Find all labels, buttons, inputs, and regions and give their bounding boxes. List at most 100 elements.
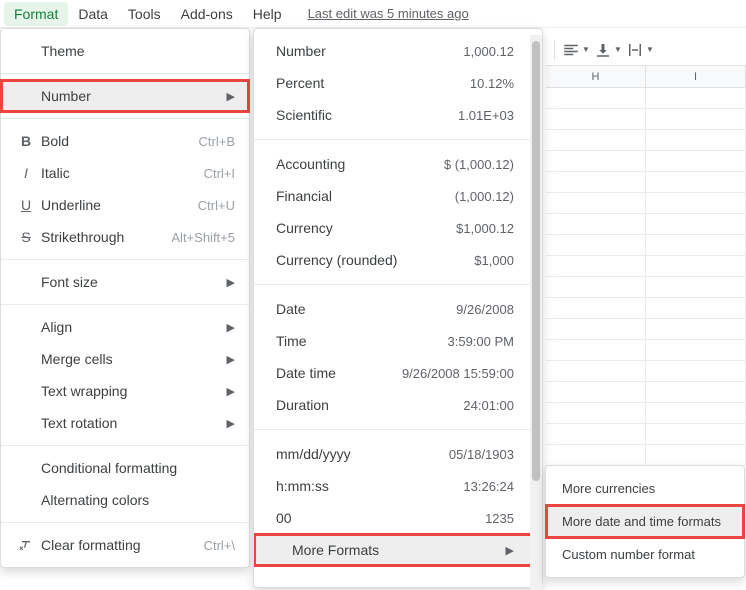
cell[interactable]	[646, 109, 746, 130]
number-format-scientific[interactable]: Scientific 1.01E+03	[254, 99, 532, 131]
number-more-formats[interactable]: More Formats ▶	[254, 534, 532, 566]
horizontal-align-button[interactable]: ▼	[561, 37, 591, 63]
menu-item-example: 9/26/2008	[456, 302, 514, 317]
menu-item-label: mm/dd/yyyy	[276, 446, 449, 462]
menu-item-example: $1,000.12	[456, 221, 514, 236]
cell[interactable]	[546, 361, 646, 382]
cell[interactable]	[546, 445, 646, 466]
menu-separator	[1, 304, 249, 305]
number-format-currency[interactable]: Currency $1,000.12	[254, 212, 532, 244]
cell[interactable]	[646, 382, 746, 403]
menu-theme[interactable]: Theme	[1, 35, 249, 67]
menu-merge-cells[interactable]: Merge cells ▶	[1, 343, 249, 375]
cell[interactable]	[646, 235, 746, 256]
cell[interactable]	[546, 340, 646, 361]
cell[interactable]	[646, 277, 746, 298]
cell[interactable]	[646, 445, 746, 466]
column-header-i[interactable]: I	[646, 66, 746, 87]
cell[interactable]	[546, 277, 646, 298]
menu-conditional-formatting[interactable]: Conditional formatting	[1, 452, 249, 484]
cell[interactable]	[546, 382, 646, 403]
menu-bold[interactable]: B Bold Ctrl+B	[1, 125, 249, 157]
strikethrough-icon: S	[15, 229, 37, 245]
cell[interactable]	[546, 109, 646, 130]
menu-item-example: 9/26/2008 15:59:00	[402, 366, 514, 381]
cell[interactable]	[546, 172, 646, 193]
number-format-duration[interactable]: Duration 24:01:00	[254, 389, 532, 421]
menu-italic[interactable]: I Italic Ctrl+I	[1, 157, 249, 189]
menu-text-rotation[interactable]: Text rotation ▶	[1, 407, 249, 439]
bold-icon: B	[15, 133, 37, 149]
custom-number-format[interactable]: Custom number format	[546, 538, 744, 571]
number-format-date[interactable]: Date 9/26/2008	[254, 293, 532, 325]
chevron-right-icon: ▶	[506, 544, 514, 557]
cell[interactable]	[646, 340, 746, 361]
cell[interactable]	[546, 130, 646, 151]
number-format-financial[interactable]: Financial (1,000.12)	[254, 180, 532, 212]
last-edit-link[interactable]: Last edit was 5 minutes ago	[308, 6, 469, 21]
number-format-time[interactable]: Time 3:59:00 PM	[254, 325, 532, 357]
menu-format[interactable]: Format	[4, 2, 68, 26]
number-format-datetime[interactable]: Date time 9/26/2008 15:59:00	[254, 357, 532, 389]
menu-strikethrough[interactable]: S Strikethrough Alt+Shift+5	[1, 221, 249, 253]
menu-underline[interactable]: U Underline Ctrl+U	[1, 189, 249, 221]
cell[interactable]	[546, 424, 646, 445]
cell[interactable]	[546, 235, 646, 256]
more-date-time-formats[interactable]: More date and time formats	[546, 505, 744, 538]
menu-clear-formatting[interactable]: Clear formatting Ctrl+\	[1, 529, 249, 561]
toolbar-fragment: ▼ ▼ ▼	[546, 34, 746, 66]
menu-item-label: Financial	[276, 188, 455, 204]
more-currencies[interactable]: More currencies	[546, 472, 744, 505]
menu-font-size[interactable]: Font size ▶	[1, 266, 249, 298]
cell[interactable]	[646, 88, 746, 109]
cell[interactable]	[646, 319, 746, 340]
scrollbar[interactable]	[530, 35, 542, 590]
cell[interactable]	[546, 403, 646, 424]
number-format-custom-00[interactable]: 00 1235	[254, 502, 532, 534]
number-format-custom-mdy[interactable]: mm/dd/yyyy 05/18/1903	[254, 438, 532, 470]
menu-tools[interactable]: Tools	[118, 2, 171, 26]
cell[interactable]	[546, 256, 646, 277]
cell[interactable]	[546, 298, 646, 319]
underline-icon: U	[15, 197, 37, 213]
menu-separator	[1, 118, 249, 119]
cell[interactable]	[546, 214, 646, 235]
vertical-align-button[interactable]: ▼	[593, 37, 623, 63]
number-format-number[interactable]: Number 1,000.12	[254, 35, 532, 67]
cell[interactable]	[646, 193, 746, 214]
menu-data[interactable]: Data	[68, 2, 118, 26]
cell[interactable]	[646, 256, 746, 277]
number-format-percent[interactable]: Percent 10.12%	[254, 67, 532, 99]
menu-item-shortcut: Ctrl+B	[199, 134, 235, 149]
cell[interactable]	[646, 214, 746, 235]
clear-format-icon	[15, 537, 37, 553]
menu-item-example: 10.12%	[470, 76, 514, 91]
menu-text-wrapping[interactable]: Text wrapping ▶	[1, 375, 249, 407]
number-submenu: Number 1,000.12 Percent 10.12% Scientifi…	[253, 28, 543, 588]
number-format-custom-hms[interactable]: h:mm:ss 13:26:24	[254, 470, 532, 502]
cell[interactable]	[546, 88, 646, 109]
column-header-h[interactable]: H	[546, 66, 646, 87]
menu-alternating-colors[interactable]: Alternating colors	[1, 484, 249, 516]
cell[interactable]	[646, 298, 746, 319]
cell[interactable]	[646, 403, 746, 424]
number-format-accounting[interactable]: Accounting $ (1,000.12)	[254, 148, 532, 180]
cell[interactable]	[646, 424, 746, 445]
chevron-right-icon: ▶	[227, 276, 235, 289]
scrollbar-thumb[interactable]	[532, 41, 540, 481]
text-wrap-button[interactable]: ▼	[625, 37, 655, 63]
cell[interactable]	[646, 172, 746, 193]
cell[interactable]	[546, 151, 646, 172]
menu-help[interactable]: Help	[243, 2, 292, 26]
cell[interactable]	[546, 193, 646, 214]
menu-addons[interactable]: Add-ons	[171, 2, 243, 26]
menu-align[interactable]: Align ▶	[1, 311, 249, 343]
menu-number[interactable]: Number ▶	[1, 80, 249, 112]
menu-item-label: Text wrapping	[37, 383, 227, 399]
cell[interactable]	[646, 151, 746, 172]
cell[interactable]	[646, 361, 746, 382]
menu-item-label: Font size	[37, 274, 227, 290]
cell[interactable]	[546, 319, 646, 340]
cell[interactable]	[646, 130, 746, 151]
number-format-currency-rounded[interactable]: Currency (rounded) $1,000	[254, 244, 532, 276]
